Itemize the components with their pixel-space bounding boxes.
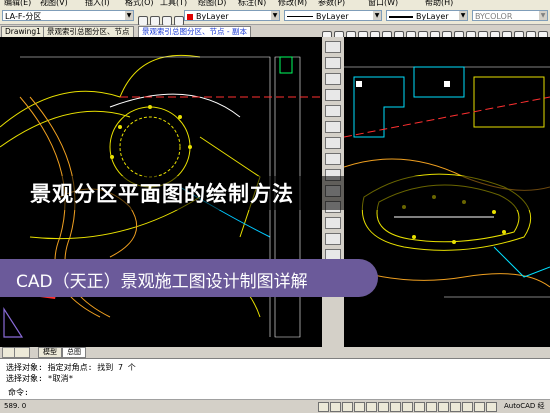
menu-item-format[interactable]: 格式(O) xyxy=(125,0,154,8)
snap-toggle-icon[interactable] xyxy=(318,402,329,412)
chevron-down-icon: ▼ xyxy=(125,11,133,20)
menu-item-dimension[interactable]: 标注(N) xyxy=(238,0,266,8)
lock-icon[interactable] xyxy=(462,402,473,412)
menu-item-edit[interactable]: 编辑(E) xyxy=(4,0,31,8)
modify-toolbar xyxy=(322,26,550,60)
building-outline xyxy=(473,76,545,128)
command-history-line: 选择对象: 指定对角点: 找到 7 个 xyxy=(6,363,136,372)
grid-toggle-icon[interactable] xyxy=(330,402,341,412)
layout-tabs: 模型 总图 xyxy=(0,347,550,358)
plotstyle-dropdown[interactable]: BYCOLOR ▼ xyxy=(472,10,548,21)
building-outline xyxy=(493,246,550,278)
menu-item-insert[interactable]: 插入(I) xyxy=(85,0,110,8)
lineweight-sample xyxy=(389,15,413,18)
overlay-title-bar: 景观分区平面图的绘制方法 xyxy=(0,176,550,210)
command-prompt[interactable]: 命令: xyxy=(8,387,29,398)
ellipse-icon[interactable] xyxy=(325,217,341,229)
status-bar: 589. 0 AutoCAD 经 xyxy=(0,399,550,413)
tree-dot xyxy=(452,240,456,244)
workspace-icon[interactable] xyxy=(450,402,461,412)
line-icon[interactable] xyxy=(325,41,341,53)
properties-toolbar: LA-F-分区 ▼ ByLayer ▼ ByLayer ▼ ByLayer ▼ … xyxy=(0,8,550,26)
text-icon[interactable] xyxy=(325,153,341,165)
circle-icon[interactable] xyxy=(325,73,341,85)
menu-item-parametric[interactable]: 参数(P) xyxy=(318,0,345,8)
document-tabs: Drawing1 景观索引总图分区、节点 景观索引总图分区、节点 - 副本 xyxy=(0,25,550,60)
command-window: 选择对象: 指定对角点: 找到 7 个 选择对象: *取消* 命令: xyxy=(0,358,550,399)
rectangle-icon[interactable] xyxy=(325,105,341,117)
ortho-toggle-icon[interactable] xyxy=(342,402,353,412)
ucs-icon xyxy=(3,306,24,338)
menu-item-draw[interactable]: 绘图(D) xyxy=(198,0,226,8)
hatch-icon[interactable] xyxy=(325,121,341,133)
chevron-down-icon: ▼ xyxy=(459,11,467,20)
menu-item-help[interactable]: 帮助(H) xyxy=(425,0,453,8)
tab-model[interactable]: 模型 xyxy=(38,347,62,358)
app-name: AutoCAD 经 xyxy=(504,402,545,410)
annotation-scale-icon[interactable] xyxy=(438,402,449,412)
plotstyle-value: BYCOLOR xyxy=(475,12,513,21)
lineweight-dropdown[interactable]: ByLayer ▼ xyxy=(386,10,468,21)
layer-value: LA-F-分区 xyxy=(5,12,42,21)
menu-item-modify[interactable]: 修改(M) xyxy=(278,0,307,8)
block-icon[interactable] xyxy=(325,137,341,149)
chevron-down-icon: ▼ xyxy=(539,11,547,20)
lineweight-value: ByLayer xyxy=(416,12,449,21)
subtitle-banner: CAD（天正）景观施工图设计制图详解 xyxy=(0,259,378,297)
menu-item-window[interactable]: 窗口(W) xyxy=(368,0,398,8)
menu-item-view[interactable]: 视图(V) xyxy=(40,0,68,8)
region-icon[interactable] xyxy=(325,233,341,245)
tree-dot xyxy=(502,230,506,234)
color-value: ByLayer xyxy=(196,12,229,21)
tree-symbol xyxy=(444,81,450,87)
subtitle-text: CAD（天正）景观施工图设计制图详解 xyxy=(16,272,308,292)
color-dropdown[interactable]: ByLayer ▼ xyxy=(184,10,280,21)
chevron-down-icon: ▼ xyxy=(373,11,381,20)
tree-symbol xyxy=(356,81,362,87)
chevron-down-icon: ▼ xyxy=(271,11,279,20)
pan-icon[interactable] xyxy=(390,402,401,412)
isolate-icon[interactable] xyxy=(486,402,497,412)
tree-dot xyxy=(492,210,496,214)
color-swatch xyxy=(187,13,193,20)
overlay-title: 景观分区平面图的绘制方法 xyxy=(30,182,294,206)
otrack-toggle-icon[interactable] xyxy=(378,402,389,412)
steeringwheel-icon[interactable] xyxy=(414,402,425,412)
hardware-accel-icon[interactable] xyxy=(474,402,485,412)
layer-dropdown[interactable]: LA-F-分区 ▼ xyxy=(2,10,134,21)
menu-bar: 编辑(E) 视图(V) 插入(I) 格式(O) 工具(T) 绘图(D) 标注(N… xyxy=(0,0,550,8)
zoom-icon[interactable] xyxy=(402,402,413,412)
linetype-dropdown[interactable]: ByLayer ▼ xyxy=(284,10,382,21)
layer-tools xyxy=(138,11,186,26)
tab-layout-plan[interactable]: 总图 xyxy=(62,347,86,358)
linetype-sample xyxy=(287,16,313,17)
building-outline xyxy=(413,66,465,98)
osnap-toggle-icon[interactable] xyxy=(366,402,377,412)
arc-icon[interactable] xyxy=(325,89,341,101)
polar-toggle-icon[interactable] xyxy=(354,402,365,412)
showmotion-icon[interactable] xyxy=(426,402,437,412)
polyline-icon[interactable] xyxy=(325,57,341,69)
coordinate-readout: 589. 0 xyxy=(4,402,27,410)
menu-item-tools[interactable]: 工具(T) xyxy=(160,0,187,8)
command-history-line: 选择对象: *取消* xyxy=(6,374,74,383)
linetype-value: ByLayer xyxy=(316,12,349,21)
tab-nav-prev-icon[interactable] xyxy=(14,347,30,358)
zone-boundary xyxy=(344,96,550,138)
tree-dot xyxy=(412,235,416,239)
